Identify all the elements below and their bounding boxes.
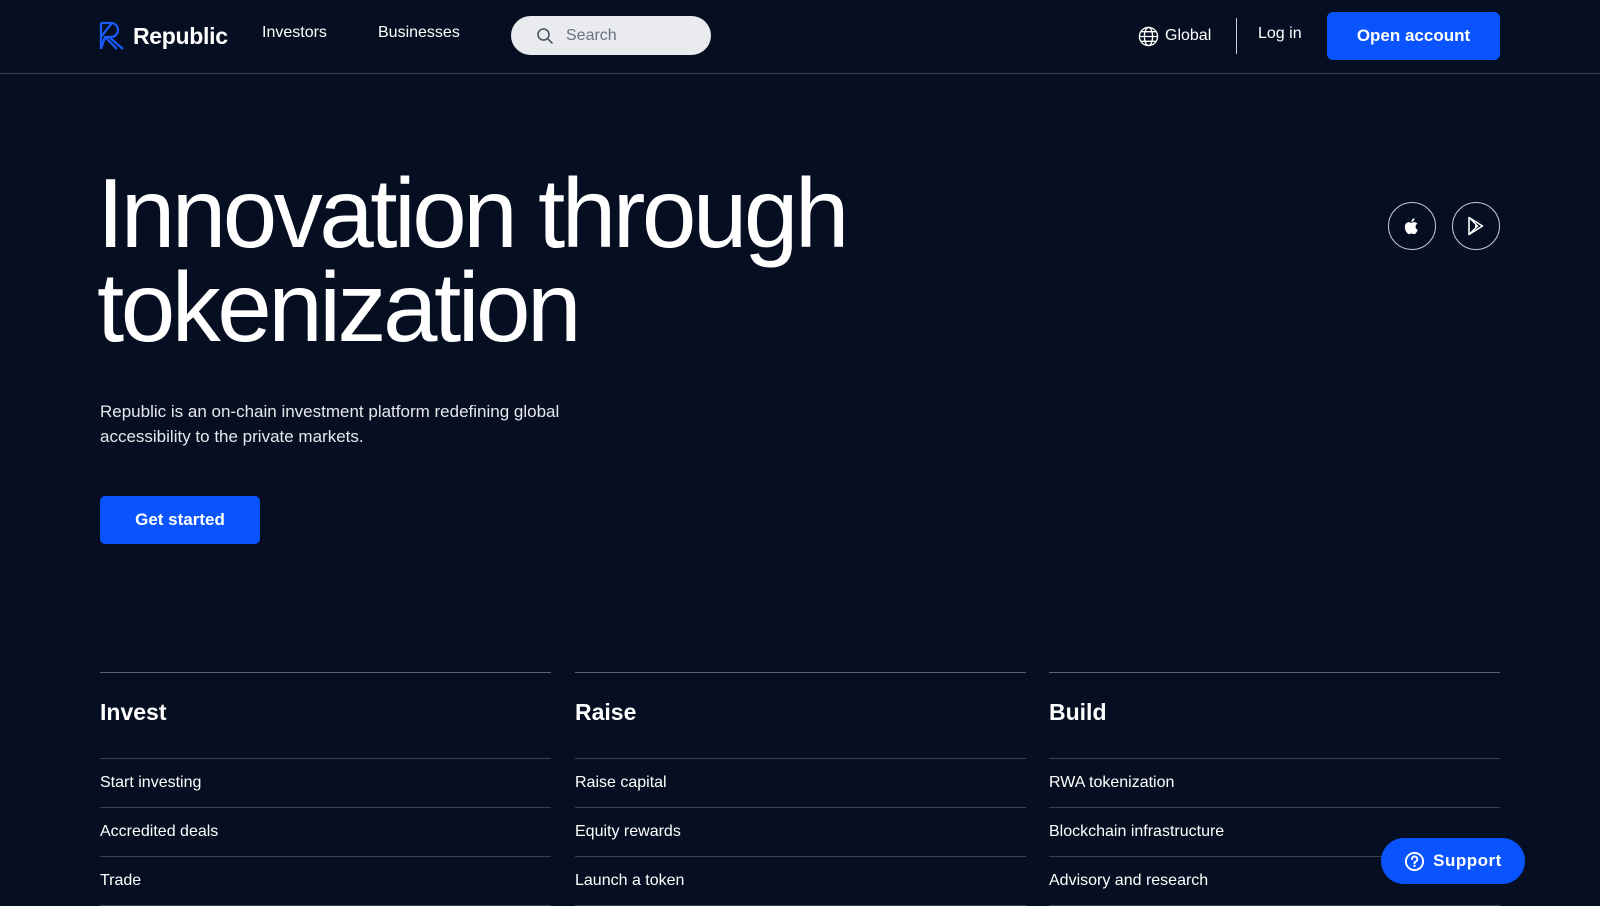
google-play-icon: [1468, 216, 1484, 236]
region-selector[interactable]: Global: [1138, 24, 1211, 48]
list-item[interactable]: Accredited deals: [100, 808, 551, 857]
list-item[interactable]: Raise capital: [575, 759, 1026, 808]
get-started-button[interactable]: Get started: [100, 496, 260, 544]
raise-heading: Raise: [575, 673, 1026, 759]
nav-businesses[interactable]: Businesses: [378, 24, 460, 42]
list-item[interactable]: Trade: [100, 857, 551, 906]
republic-logo-icon: [99, 21, 124, 50]
search-input[interactable]: [566, 26, 686, 45]
brand-logo[interactable]: Republic: [99, 20, 228, 52]
raise-column: Raise Raise capital Equity rewards Launc…: [575, 672, 1026, 906]
login-link[interactable]: Log in: [1258, 25, 1302, 43]
support-button[interactable]: Support: [1381, 838, 1525, 884]
site-header: Republic Investors Businesses Global Log…: [0, 0, 1600, 74]
list-item[interactable]: Start investing: [100, 759, 551, 808]
region-label: Global: [1165, 27, 1212, 44]
hero-title-line-2: tokenization: [97, 252, 582, 362]
header-divider: [1236, 18, 1237, 54]
hero-subtitle: Republic is an on-chain investment platf…: [100, 402, 560, 446]
search-icon: [537, 27, 553, 44]
invest-column: Invest Start investing Accredited deals …: [100, 672, 551, 906]
app-store-button[interactable]: [1388, 202, 1436, 250]
list-item[interactable]: Launch a token: [575, 857, 1026, 906]
list-item[interactable]: RWA tokenization: [1049, 759, 1500, 808]
build-heading: Build: [1049, 673, 1500, 759]
google-play-button[interactable]: [1452, 202, 1500, 250]
list-item[interactable]: Equity rewards: [575, 808, 1026, 857]
apple-icon: [1404, 218, 1418, 235]
invest-heading: Invest: [100, 673, 551, 759]
brand-name: Republic: [133, 22, 228, 49]
nav-investors[interactable]: Investors: [262, 24, 327, 42]
search-bar[interactable]: [511, 16, 711, 55]
help-icon: [1405, 851, 1425, 871]
open-account-button[interactable]: Open account: [1327, 12, 1500, 60]
hero-title: Innovation through tokenization: [97, 164, 997, 356]
support-label: Support: [1433, 851, 1502, 870]
globe-icon: [1138, 26, 1159, 46]
